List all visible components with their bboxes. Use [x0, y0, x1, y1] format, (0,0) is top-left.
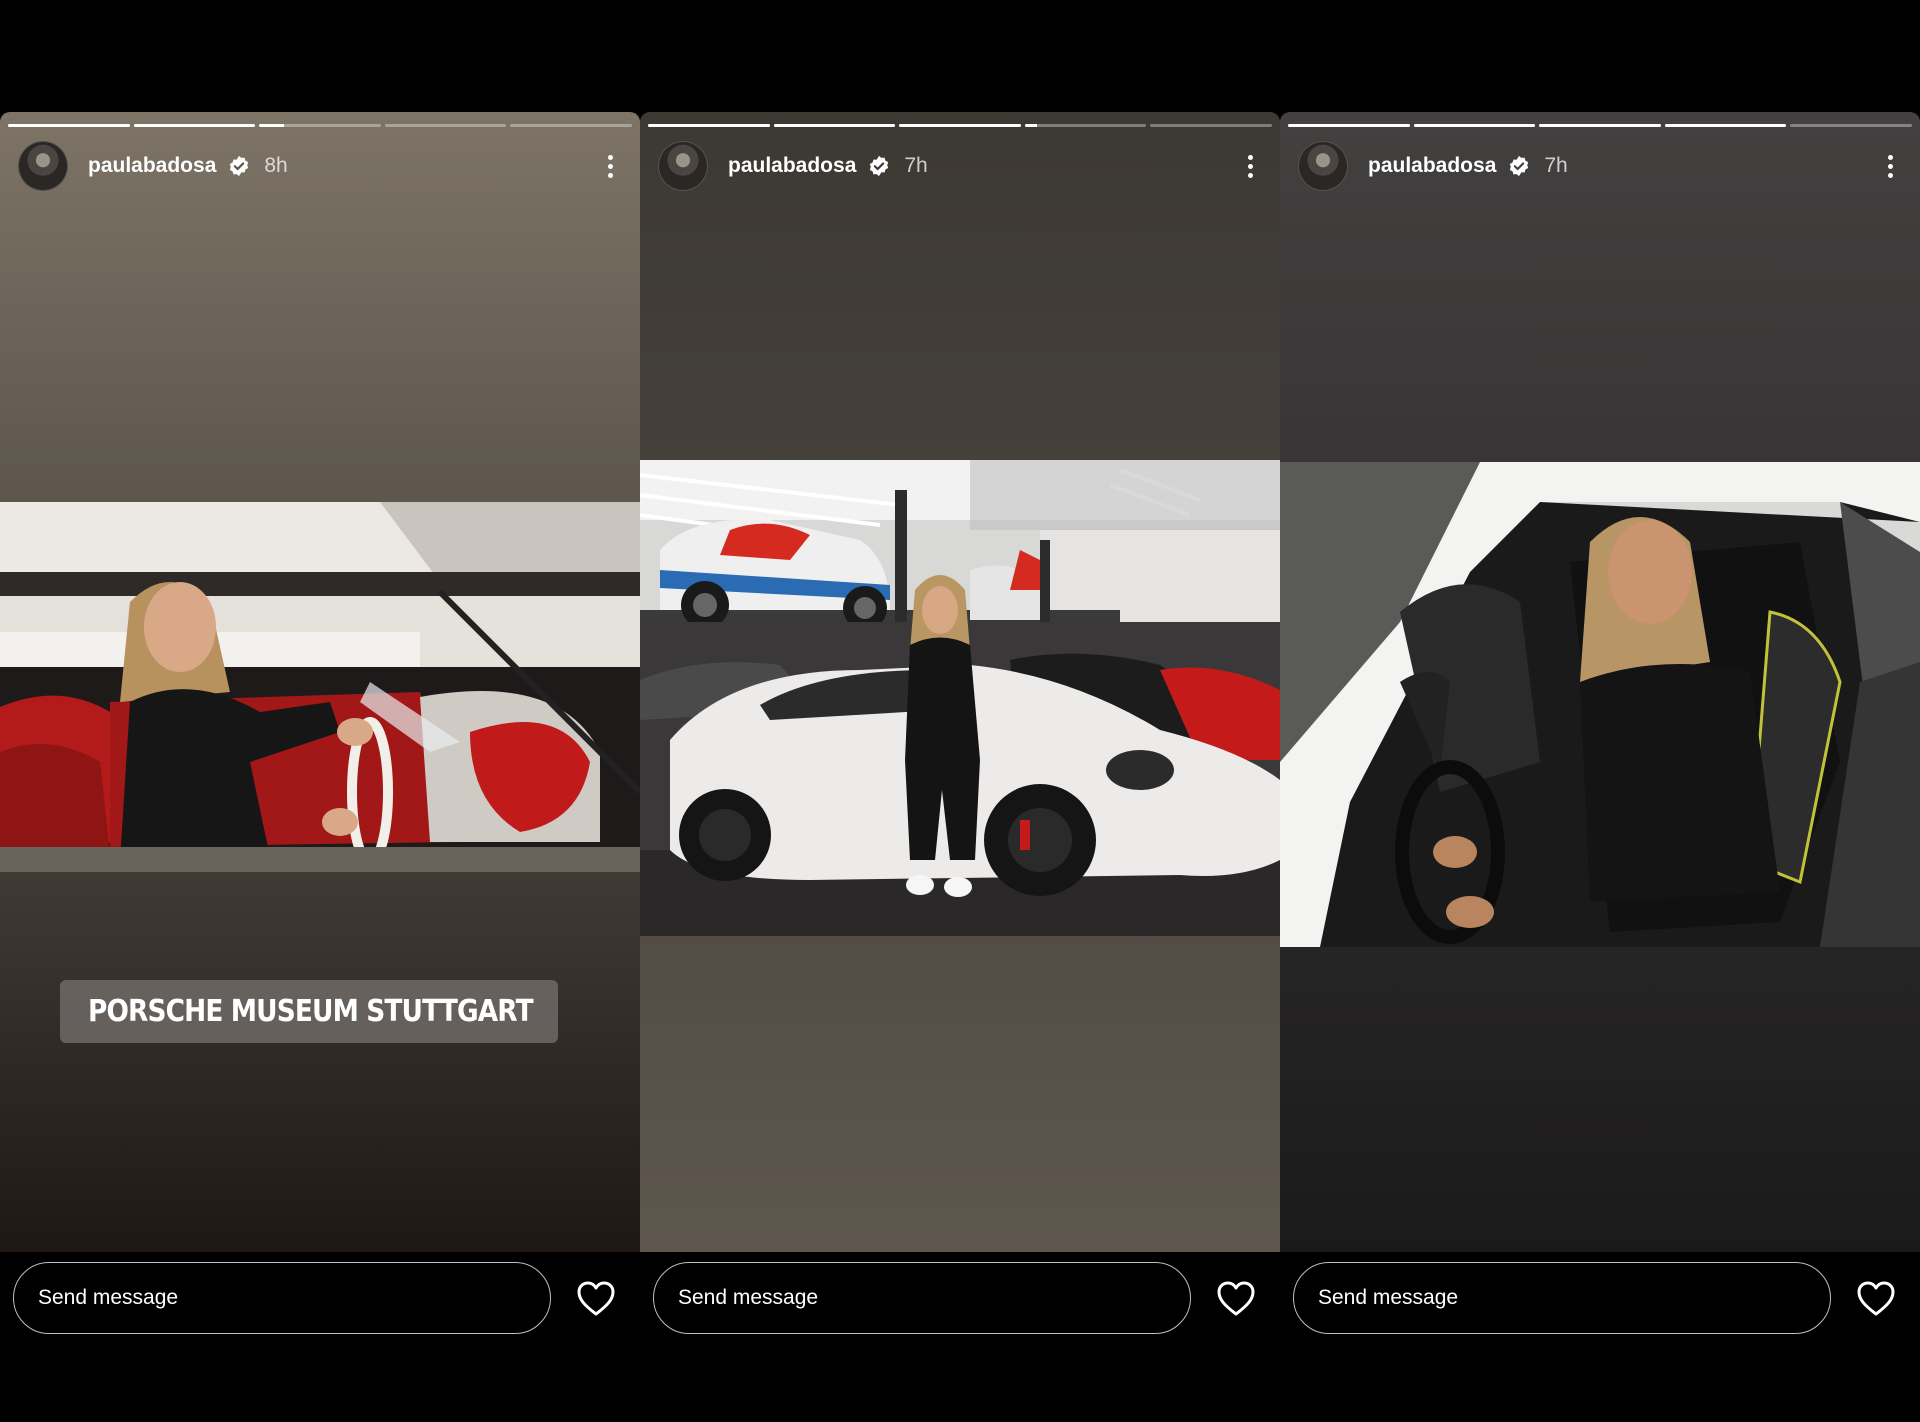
- more-options-icon[interactable]: [598, 151, 622, 181]
- story-photo-woman-in-driver-seat: [1280, 462, 1920, 947]
- avatar[interactable]: [18, 141, 68, 191]
- story-footer: Send message: [0, 1262, 640, 1340]
- story-timestamp: 7h: [904, 154, 928, 177]
- story-panel-2[interactable]: paulabadosa 7h: [640, 112, 1280, 1252]
- progress-segment: [510, 124, 632, 127]
- heart-icon[interactable]: [1216, 1280, 1256, 1318]
- story-header: paulabadosa 8h: [18, 140, 622, 192]
- progress-segment: [1790, 124, 1912, 127]
- story-footer: Send message: [1280, 1262, 1920, 1340]
- story-footer: Send message: [640, 1262, 1280, 1340]
- username[interactable]: paulabadosa: [88, 154, 216, 178]
- progress-segment: [1664, 124, 1787, 127]
- story-timestamp: 7h: [1544, 154, 1568, 177]
- progress-segment: [648, 124, 770, 127]
- story-panel-3[interactable]: paulabadosa 7h: [1280, 112, 1920, 1252]
- story-photo-woman-beside-white-911: [640, 460, 1280, 936]
- avatar[interactable]: [658, 141, 708, 191]
- username[interactable]: paulabadosa: [1368, 154, 1496, 178]
- progress-segment: [773, 124, 896, 127]
- story-header: paulabadosa 7h: [1298, 140, 1902, 192]
- progress-segment: [1150, 124, 1272, 127]
- verified-badge-icon: [230, 155, 249, 177]
- location-sticker[interactable]: PORSCHE MUSEUM STUTTGART: [60, 980, 558, 1043]
- more-options-icon[interactable]: [1878, 151, 1902, 181]
- story-progress-bar: [1288, 124, 1912, 127]
- send-message-input[interactable]: Send message: [1293, 1262, 1831, 1334]
- progress-segment: [133, 124, 256, 127]
- story-header: paulabadosa 7h: [658, 140, 1262, 192]
- progress-segment: [259, 124, 381, 127]
- more-options-icon[interactable]: [1238, 151, 1262, 181]
- avatar[interactable]: [1298, 141, 1348, 191]
- send-message-input[interactable]: Send message: [653, 1262, 1191, 1334]
- progress-segment: [899, 124, 1021, 127]
- progress-segment: [1024, 124, 1147, 127]
- heart-icon[interactable]: [576, 1280, 616, 1318]
- story-timestamp: 8h: [264, 154, 288, 177]
- username[interactable]: paulabadosa: [728, 154, 856, 178]
- progress-segment: [1288, 124, 1410, 127]
- story-panel-1[interactable]: paulabadosa 8h PORSCHE MUSEUM STUTTGART: [0, 112, 640, 1252]
- progress-segment: [8, 124, 130, 127]
- story-photo-woman-in-vintage-roadster: [0, 502, 640, 872]
- progress-segment: [1539, 124, 1661, 127]
- progress-segment: [384, 124, 507, 127]
- heart-icon[interactable]: [1856, 1280, 1896, 1318]
- send-message-input[interactable]: Send message: [13, 1262, 551, 1334]
- verified-badge-icon: [1510, 155, 1529, 177]
- progress-segment: [1413, 124, 1536, 127]
- location-label: PORSCHE MUSEUM STUTTGART: [88, 994, 534, 1029]
- story-progress-bar: [8, 124, 632, 127]
- verified-badge-icon: [870, 155, 889, 177]
- story-progress-bar: [648, 124, 1272, 127]
